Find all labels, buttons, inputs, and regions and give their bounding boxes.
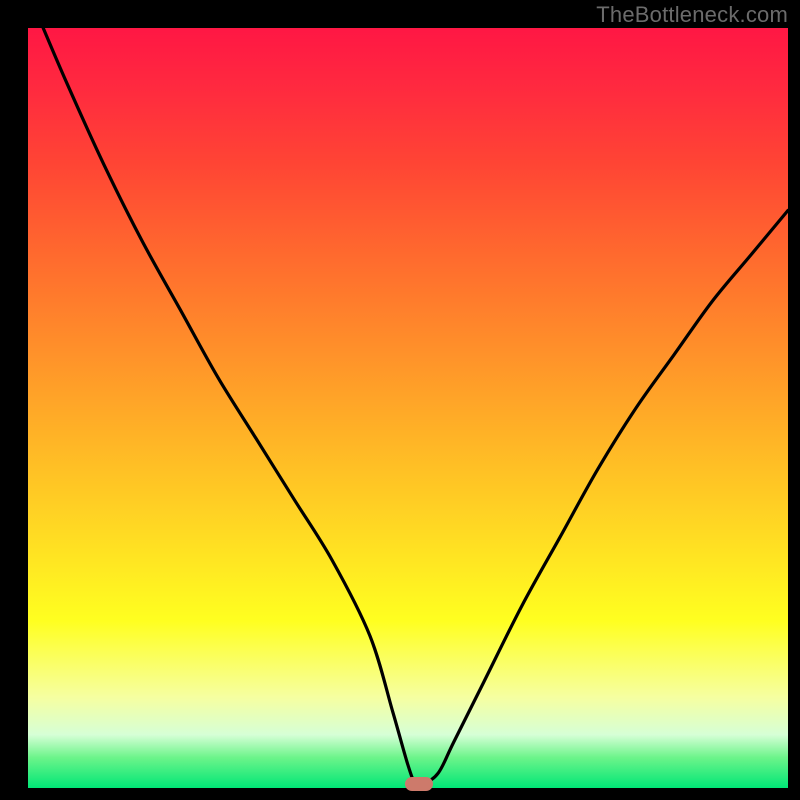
optimal-marker xyxy=(405,777,433,791)
chart-frame: TheBottleneck.com xyxy=(0,0,800,800)
curve-path xyxy=(43,28,788,786)
bottleneck-curve xyxy=(28,28,788,788)
plot-area xyxy=(28,28,788,788)
watermark-text: TheBottleneck.com xyxy=(596,2,788,28)
